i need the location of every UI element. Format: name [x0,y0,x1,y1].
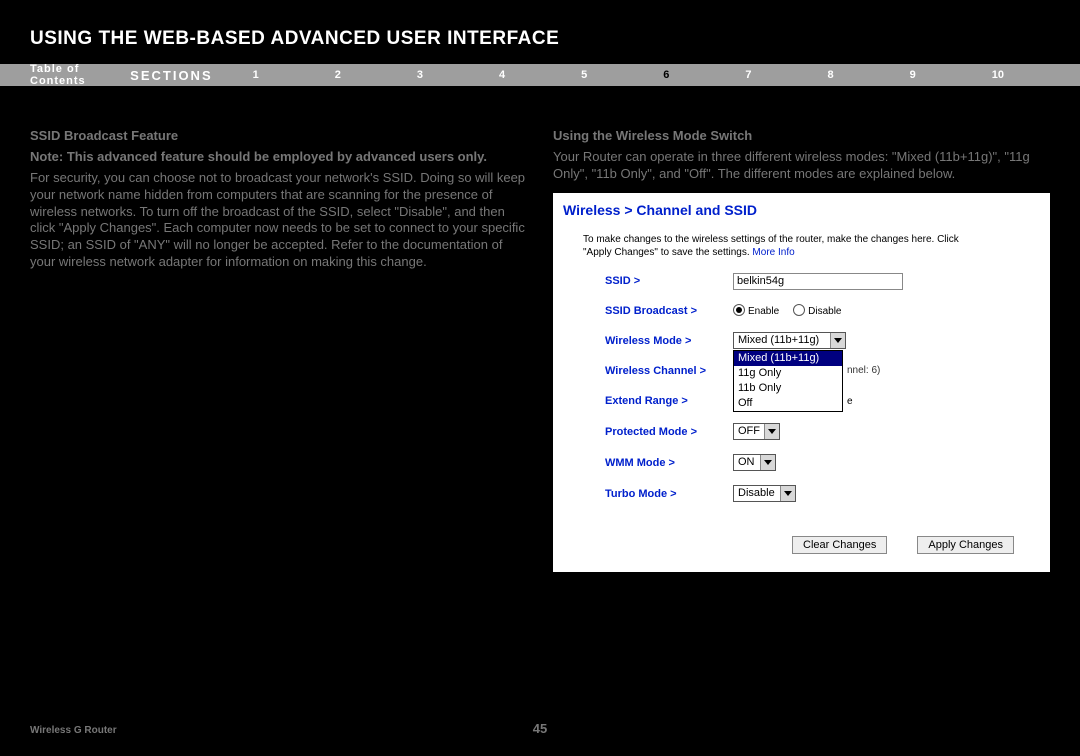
section-link-4[interactable]: 4 [499,69,505,81]
section-link-3[interactable]: 3 [417,69,423,81]
section-link-8[interactable]: 8 [828,69,834,81]
value-turbo-mode: Disable [733,485,796,502]
right-body: Your Router can operate in three differe… [553,149,1050,183]
row-turbo-mode: Turbo Mode > Disable [605,485,1040,502]
clear-changes-button[interactable]: Clear Changes [792,536,887,554]
value-wireless-mode: Mixed (11b+11g) Mixed (11b+11g) 11g Only… [733,332,846,349]
wireless-mode-dropdown: Mixed (11b+11g) 11g Only 11b Only Off [733,350,843,412]
label-ssid[interactable]: SSID > [605,274,733,288]
panel-buttons: Clear Changes Apply Changes [563,536,1014,554]
apply-changes-button[interactable]: Apply Changes [917,536,1014,554]
wireless-mode-select[interactable]: Mixed (11b+11g) [733,332,846,349]
router-panel: Wireless > Channel and SSID To make chan… [553,193,1050,572]
chevron-down-icon [764,424,779,439]
sections-label: SECTIONS [130,68,212,83]
footer-product: Wireless G Router [30,725,117,736]
channel-current-note: nnel: 6) [847,364,880,377]
label-ssid-broadcast[interactable]: SSID Broadcast > [605,304,733,318]
row-protected-mode: Protected Mode > OFF [605,423,1040,440]
mode-option-11b[interactable]: 11b Only [734,381,842,396]
radio-enable[interactable] [733,304,745,316]
wmm-mode-text: ON [734,455,760,470]
label-extend-range[interactable]: Extend Range > [605,394,733,408]
mode-option-11g[interactable]: 11g Only [734,366,842,381]
nav-bar: Table of Contents SECTIONS 1 2 3 4 5 6 7… [0,64,1080,86]
row-ssid: SSID > [605,273,1040,290]
toc-link[interactable]: Table of Contents [30,63,90,87]
content: SSID Broadcast Feature Note: This advanc… [30,128,1050,572]
label-protected-mode[interactable]: Protected Mode > [605,425,733,439]
label-wireless-channel[interactable]: Wireless Channel > [605,364,733,378]
extend-range-trail: e [847,395,853,408]
mode-option-mixed[interactable]: Mixed (11b+11g) [734,351,842,366]
value-protected-mode: OFF [733,423,780,440]
chevron-down-icon [760,455,775,470]
section-link-2[interactable]: 2 [335,69,341,81]
turbo-mode-text: Disable [734,486,780,501]
section-link-9[interactable]: 9 [910,69,916,81]
right-heading: Using the Wireless Mode Switch [553,128,1050,145]
label-wmm-mode[interactable]: WMM Mode > [605,456,733,470]
row-ssid-broadcast: SSID Broadcast > Enable Disable [605,304,1040,318]
value-ssid-broadcast: Enable Disable [733,305,856,318]
page: USING THE WEB-BASED ADVANCED USER INTERF… [0,0,1080,756]
section-link-6[interactable]: 6 [663,69,669,81]
left-heading: SSID Broadcast Feature [30,128,527,145]
ssid-input[interactable] [733,273,903,290]
footer-page: 45 [533,721,547,736]
panel-desc: To make changes to the wireless settings… [583,233,983,259]
wmm-mode-select[interactable]: ON [733,454,776,471]
chevron-down-icon [830,333,845,348]
right-column: Using the Wireless Mode Switch Your Rout… [553,128,1050,572]
mode-option-off[interactable]: Off [734,396,842,411]
left-body: For security, you can choose not to broa… [30,170,527,271]
protected-mode-select[interactable]: OFF [733,423,780,440]
panel-title: Wireless > Channel and SSID [563,201,1040,219]
label-turbo-mode[interactable]: Turbo Mode > [605,487,733,501]
more-info-link[interactable]: More Info [752,247,794,258]
row-wmm-mode: WMM Mode > ON [605,454,1040,471]
page-title: USING THE WEB-BASED ADVANCED USER INTERF… [30,28,1080,50]
label-wireless-mode[interactable]: Wireless Mode > [605,334,733,348]
radio-disable[interactable] [793,304,805,316]
value-wmm-mode: ON [733,454,776,471]
value-ssid [733,273,903,290]
section-link-5[interactable]: 5 [581,69,587,81]
chevron-down-icon [780,486,795,501]
row-wireless-mode: Wireless Mode > Mixed (11b+11g) Mixed (1… [605,332,1040,349]
section-link-7[interactable]: 7 [745,69,751,81]
wireless-mode-selected: Mixed (11b+11g) [734,333,830,348]
section-link-1[interactable]: 1 [253,69,259,81]
left-column: SSID Broadcast Feature Note: This advanc… [30,128,527,572]
radio-disable-label: Disable [808,305,841,318]
radio-enable-label: Enable [748,305,779,318]
left-note: Note: This advanced feature should be em… [30,149,527,166]
turbo-mode-select[interactable]: Disable [733,485,796,502]
section-link-10[interactable]: 10 [992,69,1004,81]
protected-mode-text: OFF [734,424,764,439]
